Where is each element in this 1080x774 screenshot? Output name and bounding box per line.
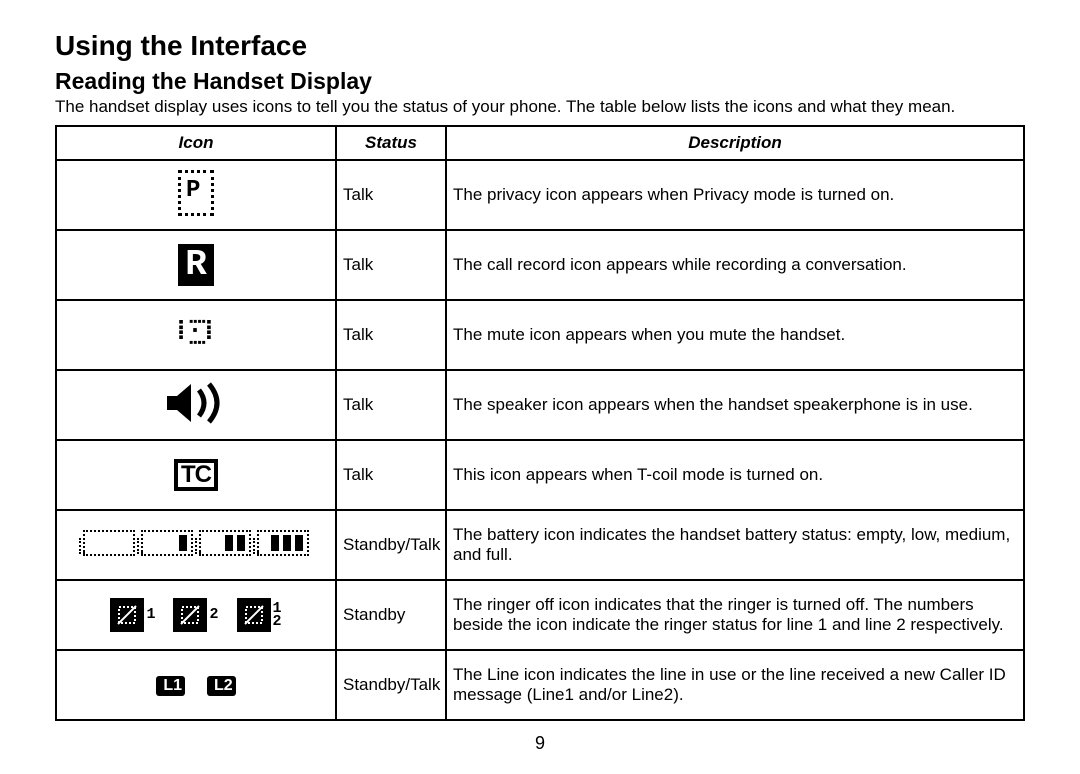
table-row: L1 L2 Standby/Talk The Line icon indicat…: [56, 650, 1024, 720]
privacy-icon: [56, 160, 336, 230]
description: The speaker icon appears when the handse…: [446, 370, 1024, 440]
page-title: Using the Interface: [55, 30, 1025, 62]
table-row: Talk The speaker icon appears when the h…: [56, 370, 1024, 440]
col-icon: Icon: [56, 126, 336, 160]
description: The Line icon indicates the line in use …: [446, 650, 1024, 720]
table-header-row: Icon Status Description: [56, 126, 1024, 160]
status: Standby/Talk: [336, 650, 446, 720]
col-desc: Description: [446, 126, 1024, 160]
line2-icon: L2: [207, 676, 236, 696]
description: The battery icon indicates the handset b…: [446, 510, 1024, 580]
ringer-off-icon: 1 2 12: [56, 580, 336, 650]
table-row: TC Talk This icon appears when T-coil mo…: [56, 440, 1024, 510]
table-row: 1 2 12 Standby The ringer off icon indic…: [56, 580, 1024, 650]
intro-text: The handset display uses icons to tell y…: [55, 97, 1025, 117]
table-row: R Talk The call record icon appears whil…: [56, 230, 1024, 300]
description: The mute icon appears when you mute the …: [446, 300, 1024, 370]
page-number: 9: [55, 733, 1025, 754]
battery-medium-icon: [199, 530, 251, 556]
status: Standby: [336, 580, 446, 650]
record-icon: R: [56, 230, 336, 300]
icon-table: Icon Status Description Talk The privacy…: [55, 125, 1025, 721]
section-title: Reading the Handset Display: [55, 68, 1025, 95]
battery-empty-icon: [83, 530, 135, 556]
status: Talk: [336, 160, 446, 230]
description: The ringer off icon indicates that the r…: [446, 580, 1024, 650]
description: This icon appears when T-coil mode is tu…: [446, 440, 1024, 510]
status: Talk: [336, 370, 446, 440]
ringer-off-both-icon: 12: [237, 598, 282, 632]
ringer-off-line1-icon: 1: [110, 598, 155, 632]
line1-icon: L1: [156, 676, 185, 696]
col-status: Status: [336, 126, 446, 160]
status: Talk: [336, 230, 446, 300]
table-row: ▪▪▪▪ ⁞⋅⁞ ▪▪▪▪ Talk The mute icon appears…: [56, 300, 1024, 370]
status: Talk: [336, 440, 446, 510]
battery-icon: [56, 510, 336, 580]
speaker-icon: [56, 370, 336, 440]
battery-full-icon: [257, 530, 309, 556]
description: The privacy icon appears when Privacy mo…: [446, 160, 1024, 230]
description: The call record icon appears while recor…: [446, 230, 1024, 300]
battery-low-icon: [141, 530, 193, 556]
tcoil-icon: TC: [56, 440, 336, 510]
manual-page: Using the Interface Reading the Handset …: [0, 0, 1080, 774]
table-row: Talk The privacy icon appears when Priva…: [56, 160, 1024, 230]
mute-icon: ▪▪▪▪ ⁞⋅⁞ ▪▪▪▪: [56, 300, 336, 370]
table-row: Standby/Talk The battery icon indicates …: [56, 510, 1024, 580]
ringer-off-line2-icon: 2: [173, 598, 218, 632]
line-icon: L1 L2: [56, 650, 336, 720]
status: Standby/Talk: [336, 510, 446, 580]
status: Talk: [336, 300, 446, 370]
